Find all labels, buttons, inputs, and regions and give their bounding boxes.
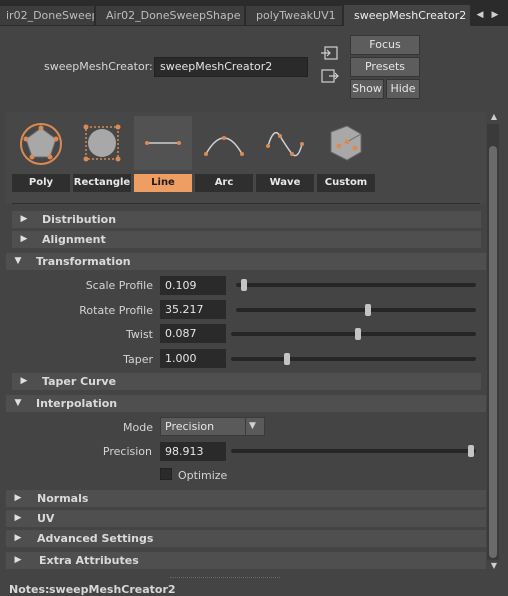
scale-profile-slider-handle[interactable] <box>240 279 247 291</box>
expand-arrow-icon: ▶ <box>20 214 28 224</box>
precision-slider[interactable] <box>231 449 476 453</box>
rotate-profile-field[interactable]: 35.217 <box>160 300 226 319</box>
precision-field[interactable]: 98.913 <box>160 442 226 461</box>
shape-poly-button[interactable]: Poly <box>12 174 70 192</box>
section-extra-attributes[interactable]: ▶ Extra Attributes <box>6 552 486 569</box>
expand-arrow-icon: ▶ <box>14 513 22 523</box>
arc-icon[interactable] <box>195 116 253 170</box>
line-icon[interactable] <box>134 116 192 170</box>
scroll-up-icon[interactable]: ▲ <box>489 112 499 122</box>
section-uv[interactable]: ▶ UV <box>6 510 486 527</box>
taper-slider-handle[interactable] <box>283 353 290 365</box>
section-transformation[interactable]: ▼ Transformation <box>6 253 486 270</box>
input-connection-icon[interactable] <box>321 46 339 60</box>
section-taper-curve[interactable]: ▶ Taper Curve <box>12 373 481 390</box>
node-type-label: sweepMeshCreator: <box>44 60 153 73</box>
dropdown-separator <box>245 418 246 435</box>
scrollbar-thumb[interactable] <box>489 146 497 558</box>
section-distribution[interactable]: ▶ Distribution <box>12 211 481 228</box>
resize-grip[interactable] <box>170 577 280 580</box>
expand-arrow-icon: ▶ <box>14 493 22 503</box>
hide-button[interactable]: Hide <box>386 79 420 99</box>
tab-poly-tweak-uv[interactable]: polyTweakUV1 <box>246 6 343 25</box>
mode-dropdown[interactable]: Precision ▼ <box>160 417 265 436</box>
shape-wave-button[interactable]: Wave <box>256 174 314 192</box>
rotate-profile-label: Rotate Profile <box>79 304 153 317</box>
section-advanced-settings[interactable]: ▶ Advanced Settings <box>6 530 486 547</box>
taper-field[interactable]: 1.000 <box>160 349 226 368</box>
scale-profile-field[interactable]: 0.109 <box>160 276 226 295</box>
shape-line-button[interactable]: Line <box>134 174 192 192</box>
collapse-arrow-icon: ▼ <box>14 256 22 266</box>
rectangle-icon[interactable] <box>73 116 131 170</box>
section-alignment[interactable]: ▶ Alignment <box>12 231 481 248</box>
optimize-checkbox[interactable] <box>160 468 172 480</box>
pentagon-icon[interactable] <box>12 116 70 170</box>
shape-custom-button[interactable]: Custom <box>317 174 375 192</box>
optimize-label: Optimize <box>178 469 228 482</box>
mode-label: Mode <box>123 421 153 434</box>
chevron-down-icon: ▼ <box>249 421 256 431</box>
divider <box>12 203 480 204</box>
collapse-arrow-icon: ▼ <box>14 398 22 408</box>
twist-slider-handle[interactable] <box>355 328 362 340</box>
tab-done-sweep[interactable]: ir02_DoneSweep <box>0 6 95 25</box>
precision-slider-handle[interactable] <box>467 445 474 457</box>
focus-button[interactable]: Focus <box>350 35 420 55</box>
expand-arrow-icon: ▶ <box>20 234 28 244</box>
shape-rectangle-button[interactable]: Rectangle <box>73 174 131 192</box>
notes-bar: Notes: sweepMeshCreator2 <box>0 574 508 596</box>
node-name-field[interactable]: sweepMeshCreator2 <box>154 57 308 77</box>
tab-bar: ir02_DoneSweep Air02_DoneSweepShape poly… <box>0 0 508 26</box>
output-connection-icon[interactable] <box>321 69 339 83</box>
scroll-down-icon[interactable]: ▼ <box>489 561 499 571</box>
section-normals[interactable]: ▶ Normals <box>6 490 486 507</box>
expand-arrow-icon: ▶ <box>14 555 22 565</box>
notes-label: Notes: <box>9 583 50 596</box>
shape-arc-button[interactable]: Arc <box>195 174 253 192</box>
show-button[interactable]: Show <box>350 79 384 99</box>
scale-profile-slider[interactable] <box>236 283 476 287</box>
precision-label: Precision <box>102 445 152 458</box>
wave-icon[interactable] <box>256 116 314 170</box>
twist-label: Twist <box>126 328 153 341</box>
scale-profile-label: Scale Profile <box>85 279 153 292</box>
tab-scroll-right-icon[interactable]: ▶ <box>489 8 501 22</box>
rotate-profile-slider[interactable] <box>236 308 476 312</box>
expand-arrow-icon: ▶ <box>20 376 28 386</box>
custom-shape-icon[interactable] <box>317 116 375 170</box>
tab-scroll-left-icon[interactable]: ◀ <box>474 8 486 22</box>
tab-sweep-mesh-creator[interactable]: sweepMeshCreator2 <box>344 5 471 26</box>
twist-slider[interactable] <box>231 332 476 336</box>
section-interpolation[interactable]: ▼ Interpolation <box>6 395 486 412</box>
rotate-profile-slider-handle[interactable] <box>364 304 371 316</box>
presets-button[interactable]: Presets <box>350 57 420 77</box>
expand-arrow-icon: ▶ <box>14 533 22 543</box>
taper-label: Taper <box>123 353 153 366</box>
tab-done-sweep-shape[interactable]: Air02_DoneSweepShape <box>96 6 245 25</box>
notes-node-name: sweepMeshCreator2 <box>49 583 176 596</box>
twist-field[interactable]: 0.087 <box>160 324 226 343</box>
taper-slider[interactable] <box>231 357 476 361</box>
